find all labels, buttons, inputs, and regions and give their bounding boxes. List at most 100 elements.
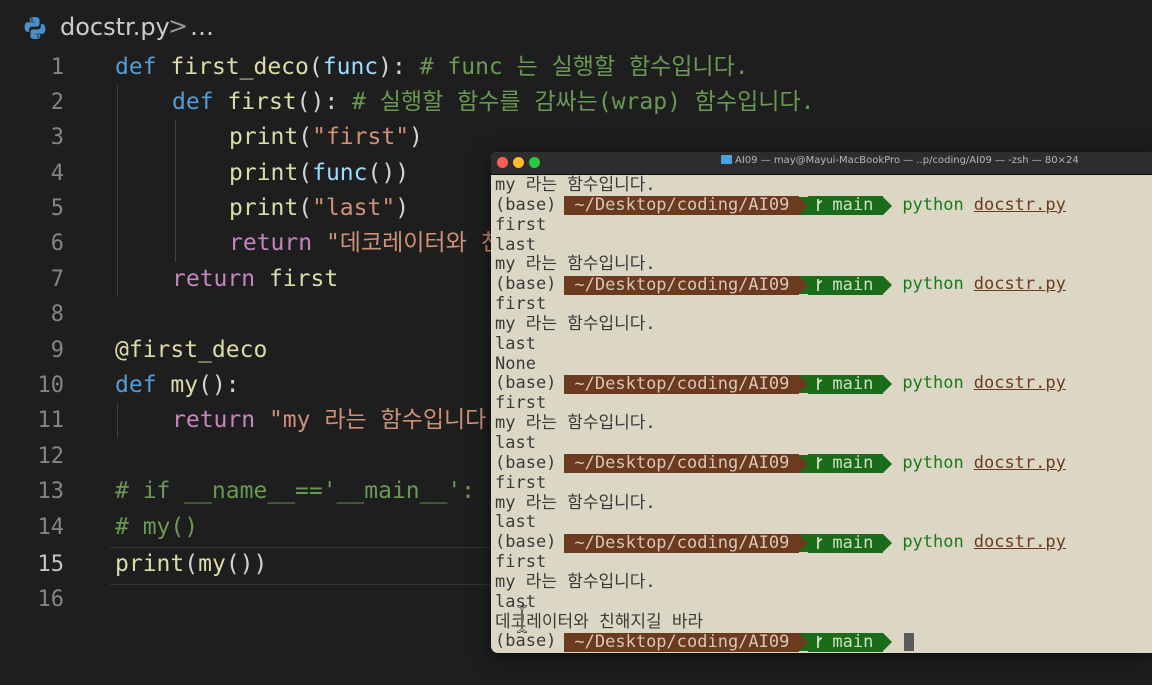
line-number: 15 (37, 552, 65, 577)
prompt-path: ~/Desktop/coding/AI09 (564, 374, 800, 394)
terminal-title: AI09 — may@Mayui-MacBookPro — ..p/coding… (735, 155, 1079, 166)
powerline-separator (883, 196, 893, 215)
zoom-button[interactable] (529, 157, 540, 168)
command: python (902, 452, 964, 473)
terminal-titlebar[interactable]: AI09 — may@Mayui-MacBookPro — ..p/coding… (491, 152, 1152, 175)
terminal-cursor (904, 633, 915, 652)
line-number: 14 (37, 515, 65, 540)
terminal-output-line: first (495, 294, 547, 315)
code-line: 3 print("first") (0, 120, 1152, 155)
terminal-output-line: last (495, 512, 536, 533)
terminal-output-line: 데코레이터와 친해지길 바라 (495, 611, 704, 632)
branch-icon (817, 199, 823, 212)
command-arg: docstr.py (973, 274, 1066, 295)
close-button[interactable] (497, 157, 508, 168)
command-arg: docstr.py (973, 373, 1066, 394)
line-number: 2 (50, 90, 64, 115)
powerline-separator (799, 276, 809, 295)
code-line: 2 def first(): # 실행할 함수를 감싸는(wrap) 함수입니다… (0, 85, 1152, 120)
powerline-separator (883, 276, 893, 295)
prompt-path: ~/Desktop/coding/AI09 (564, 196, 800, 216)
line-number: 12 (37, 444, 65, 469)
branch-icon (817, 278, 823, 291)
prompt-git-branch: main (808, 532, 884, 553)
prompt-path: ~/Desktop/coding/AI09 (564, 632, 800, 652)
line-number: 11 (37, 408, 65, 433)
terminal-output-line: last (495, 432, 536, 453)
terminal-prompt-line: (base) ~/Desktop/coding/AI09 main python doc… (495, 452, 1152, 474)
line-number: 10 (37, 373, 65, 398)
line-number: 3 (50, 125, 64, 150)
line-number: 16 (37, 587, 65, 612)
command: python (902, 274, 964, 295)
branch-icon (817, 377, 823, 390)
command-arg: docstr.py (973, 194, 1066, 215)
terminal-output[interactable]: my 라는 함수입니다. (base) ~/Desktop/coding/AI09 m… (495, 175, 1152, 652)
line-number: 6 (50, 231, 64, 256)
powerline-separator (799, 375, 809, 394)
prompt-path: ~/Desktop/coding/AI09 (564, 533, 800, 553)
terminal-output-line: None (495, 353, 536, 374)
terminal-window[interactable]: AI09 — may@Mayui-MacBookPro — ..p/coding… (491, 152, 1152, 653)
prompt-git-branch: main (808, 274, 884, 295)
terminal-output-line: my 라는 함수입니다. (495, 571, 656, 592)
line-number: 9 (50, 338, 64, 363)
terminal-output-line: my 라는 함수입니다. (495, 492, 656, 513)
branch-name: main (832, 532, 874, 553)
terminal-output-line: my 라는 함수입니다. (495, 254, 656, 275)
powerline-separator (883, 633, 893, 652)
powerline-separator (799, 196, 809, 215)
command-arg: docstr.py (973, 532, 1066, 553)
text-cursor-icon (516, 605, 528, 633)
line-number: 4 (50, 161, 64, 186)
line-number: 8 (50, 302, 64, 327)
terminal-prompt-line: (base) ~/Desktop/coding/AI09 main (495, 632, 1152, 652)
terminal-output-line: first (495, 214, 547, 235)
powerline-separator (883, 454, 893, 473)
terminal-output-line: last (495, 333, 536, 354)
prompt-path: ~/Desktop/coding/AI09 (564, 454, 800, 474)
powerline-separator (883, 375, 893, 394)
prompt-git-branch: main (808, 373, 884, 394)
branch-name: main (832, 453, 874, 474)
terminal-output-line: first (495, 552, 547, 573)
line-number: 5 (50, 196, 64, 221)
conda-env: (base) (495, 373, 557, 394)
branch-name: main (832, 274, 874, 295)
prompt-path: ~/Desktop/coding/AI09 (564, 275, 800, 295)
terminal-output-line: my 라는 함수입니다. (495, 175, 656, 195)
terminal-prompt-line: (base) ~/Desktop/coding/AI09 main python doc… (495, 374, 1152, 394)
command-arg: docstr.py (973, 452, 1066, 473)
conda-env: (base) (495, 452, 557, 473)
prompt-git-branch: main (808, 195, 884, 216)
terminal-output-line: my 라는 함수입니다. (495, 313, 656, 334)
terminal-output-line: last (495, 591, 536, 612)
powerline-separator (799, 534, 809, 553)
prompt-git-branch: main (808, 632, 884, 652)
terminal-prompt-line: (base) ~/Desktop/coding/AI09 main python doc… (495, 194, 1152, 216)
branch-icon (817, 536, 823, 549)
folder-icon (721, 155, 732, 164)
terminal-prompt-line: (base) ~/Desktop/coding/AI09 main python doc… (495, 274, 1152, 295)
chevron-right-icon: > (168, 12, 189, 40)
conda-env: (base) (495, 274, 557, 295)
powerline-separator (883, 534, 893, 553)
breadcrumb-file[interactable]: docstr.py (60, 13, 170, 41)
branch-icon (817, 457, 823, 470)
branch-name: main (832, 373, 874, 394)
conda-env: (base) (495, 631, 557, 652)
minimize-button[interactable] (513, 157, 524, 168)
python-file-icon (24, 17, 46, 39)
line-number: 13 (37, 479, 65, 504)
command: python (902, 194, 964, 215)
conda-env: (base) (495, 532, 557, 553)
prompt-git-branch: main (808, 453, 884, 474)
command: python (902, 373, 964, 394)
terminal-prompt-line: (base) ~/Desktop/coding/AI09 main python doc… (495, 532, 1152, 553)
breadcrumb-symbols[interactable]: … (190, 13, 214, 41)
terminal-output-line: first (495, 472, 547, 493)
line-number: 1 (50, 55, 64, 80)
line-number: 7 (50, 267, 64, 292)
branch-name: main (832, 195, 874, 216)
powerline-separator (799, 633, 809, 652)
